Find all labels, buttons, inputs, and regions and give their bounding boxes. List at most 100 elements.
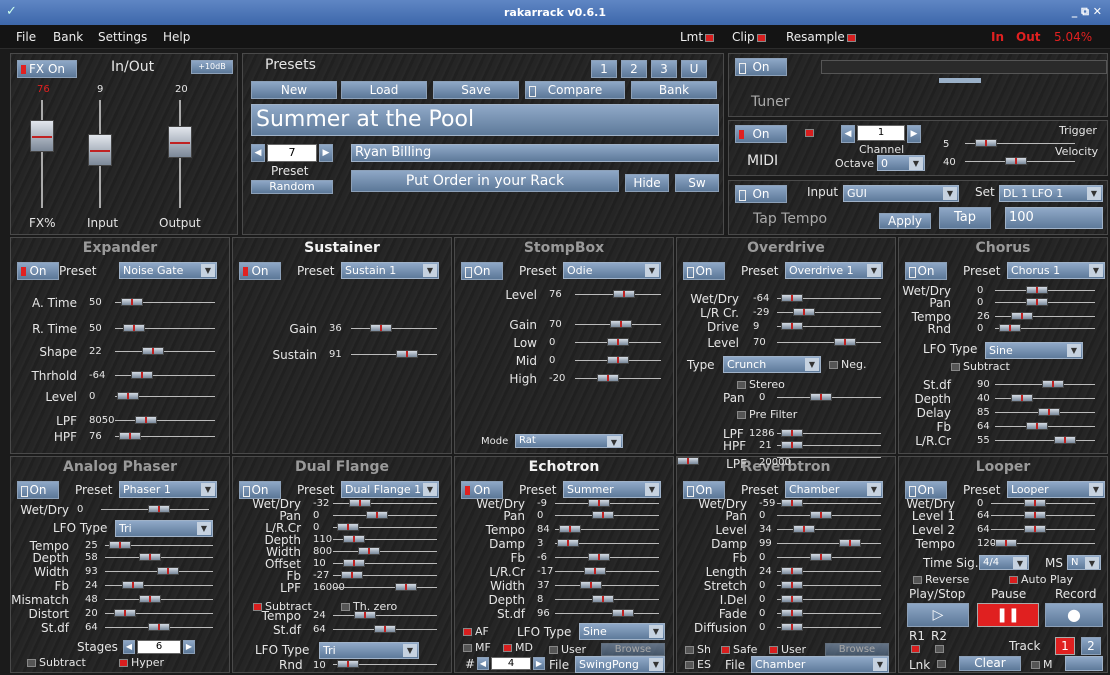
- looper-param-slider[interactable]: [1024, 499, 1046, 507]
- echo-num-value[interactable]: 4: [491, 657, 531, 670]
- echo-md-check[interactable]: MD: [503, 641, 533, 654]
- chorus-param-slider[interactable]: [1026, 422, 1048, 430]
- plus10db-button[interactable]: +10dB: [191, 60, 233, 74]
- echo-num-next-button[interactable]: ▶: [533, 657, 545, 670]
- stages-prev-button[interactable]: ◀: [123, 640, 135, 654]
- overdrive-param-slider[interactable]: [781, 322, 803, 330]
- echotron-param-slider[interactable]: [588, 553, 610, 561]
- reverbtron-param-slider[interactable]: [781, 499, 803, 507]
- expander-param-slider[interactable]: [121, 298, 143, 306]
- od-stereo-check[interactable]: Stereo: [737, 378, 785, 391]
- menu-bank[interactable]: Bank: [53, 30, 83, 44]
- reverbtron-param-slider[interactable]: [677, 457, 699, 465]
- flange-param-slider[interactable]: [395, 583, 417, 591]
- echotron-param-slider[interactable]: [557, 539, 579, 547]
- stompbox-preset-select[interactable]: Odie ▼: [563, 262, 661, 279]
- overdrive-preset-select[interactable]: Overdrive 1 ▼: [785, 262, 883, 279]
- flange-param-slider[interactable]: [358, 547, 380, 555]
- compare-toggle[interactable]: Compare: [525, 81, 625, 99]
- clear-button[interactable]: Clear: [959, 656, 1021, 671]
- reverbtron-param-slider[interactable]: [781, 595, 803, 603]
- chorus-on-toggle[interactable]: On: [905, 262, 947, 280]
- chorus-param-slider[interactable]: [1042, 380, 1064, 388]
- flange-param-slider[interactable]: [343, 559, 365, 567]
- reverbtron-param-slider[interactable]: [781, 581, 803, 589]
- echo-af-check[interactable]: AF: [463, 625, 489, 638]
- record-button[interactable]: ●: [1045, 603, 1103, 627]
- chorus-param-slider[interactable]: [1038, 408, 1060, 416]
- track-2-button[interactable]: 2: [1081, 637, 1101, 655]
- echo-browse-button[interactable]: Browse: [601, 643, 665, 656]
- pause-button[interactable]: ❚❚: [977, 603, 1039, 627]
- od-neg-check[interactable]: Neg.: [829, 358, 866, 371]
- window-controls[interactable]: _ ⧉ ✕: [1072, 5, 1102, 19]
- menu-settings[interactable]: Settings: [98, 30, 147, 44]
- expander-param-slider[interactable]: [131, 371, 153, 379]
- flange-rnd-slider[interactable]: [337, 660, 359, 668]
- phaser-param-slider[interactable]: [148, 623, 170, 631]
- preset-name-field[interactable]: Summer at the Pool: [251, 104, 719, 136]
- chorus-subtract-check[interactable]: Subtract: [951, 360, 1010, 373]
- od-type-select[interactable]: Crunch ▼: [723, 356, 821, 373]
- tap-button[interactable]: Tap: [939, 207, 991, 229]
- bank-button[interactable]: Bank: [631, 81, 717, 99]
- echotron-param-slider[interactable]: [580, 581, 602, 589]
- overdrive-param-slider[interactable]: [834, 338, 856, 346]
- input-slider[interactable]: [88, 134, 112, 166]
- flange-param-slider[interactable]: [341, 571, 363, 579]
- looper-reverse-check[interactable]: Reverse: [913, 573, 969, 586]
- overdrive-param-slider[interactable]: [781, 294, 803, 302]
- lmt-indicator[interactable]: Lmt: [680, 30, 715, 44]
- looper-param-slider[interactable]: [995, 539, 1017, 547]
- sustainer-param-slider[interactable]: [370, 324, 392, 332]
- stompbox-param-slider[interactable]: [597, 374, 619, 382]
- looper-param-slider[interactable]: [1024, 511, 1046, 519]
- od-hpf-slider[interactable]: [781, 441, 803, 449]
- hide-button[interactable]: Hide: [625, 174, 669, 192]
- flange-param-slider[interactable]: [343, 535, 365, 543]
- echo-file-select[interactable]: SwingPong ▼: [575, 656, 665, 673]
- flange-stdf-slider[interactable]: [374, 625, 396, 633]
- reverbtron-param-slider[interactable]: [781, 623, 803, 631]
- echotron-param-slider[interactable]: [588, 499, 610, 507]
- flange-param-slider[interactable]: [366, 511, 388, 519]
- echotron-param-slider[interactable]: [592, 511, 614, 519]
- phaser-param-slider[interactable]: [109, 541, 131, 549]
- play-stop-button[interactable]: ▷: [907, 603, 969, 627]
- tuner-on-toggle[interactable]: On: [735, 58, 787, 76]
- resample-indicator[interactable]: Resample: [786, 30, 856, 44]
- stomp-mode-select[interactable]: Rat ▼: [515, 434, 623, 448]
- od-prefilter-check[interactable]: Pre Filter: [737, 408, 797, 421]
- flange-preset-select[interactable]: Dual Flange 1 ▼: [341, 481, 439, 498]
- tap-input-select[interactable]: GUI ▼: [843, 185, 959, 202]
- put-order-button[interactable]: Put Order in your Rack: [351, 170, 619, 192]
- velocity-slider[interactable]: [1005, 157, 1027, 165]
- overdrive-param-slider[interactable]: [793, 308, 815, 316]
- sustainer-preset-select[interactable]: Sustain 1 ▼: [341, 262, 439, 279]
- sustainer-param-slider[interactable]: [396, 350, 418, 358]
- tap-set-select[interactable]: DL 1 LFO 1 ▼: [999, 185, 1103, 202]
- reverbtron-param-slider[interactable]: [781, 609, 803, 617]
- looper-m-check[interactable]: M: [1031, 658, 1053, 671]
- fx-slider[interactable]: [30, 120, 54, 152]
- stages-next-button[interactable]: ▶: [183, 640, 195, 654]
- reverbtron-param-slider[interactable]: [810, 511, 832, 519]
- track-1-button[interactable]: 1: [1055, 637, 1075, 655]
- chorus-param-slider[interactable]: [1011, 394, 1033, 402]
- reverbtron-param-slider[interactable]: [793, 525, 815, 533]
- phaser-hyper-check[interactable]: Hyper: [119, 656, 164, 669]
- bank-3-button[interactable]: 3: [651, 60, 677, 78]
- channel-next-button[interactable]: ▶: [907, 125, 921, 143]
- fx-on-button[interactable]: FX On: [17, 60, 77, 78]
- channel-value[interactable]: 1: [857, 125, 905, 141]
- rvb-sh-check[interactable]: Sh: [685, 643, 711, 656]
- looper-ms-select[interactable]: N ▼: [1067, 555, 1101, 570]
- reverbtron-preset-select[interactable]: Chamber ▼: [785, 481, 883, 498]
- sw-button[interactable]: Sw: [675, 174, 719, 192]
- random-button[interactable]: Random: [251, 180, 333, 194]
- flange-param-slider[interactable]: [349, 499, 371, 507]
- rvb-safe-check[interactable]: Safe: [721, 643, 757, 656]
- rvb-file-select[interactable]: Chamber ▼: [751, 656, 889, 673]
- expander-on-toggle[interactable]: On: [17, 262, 59, 280]
- chorus-param-slider[interactable]: [1026, 286, 1048, 294]
